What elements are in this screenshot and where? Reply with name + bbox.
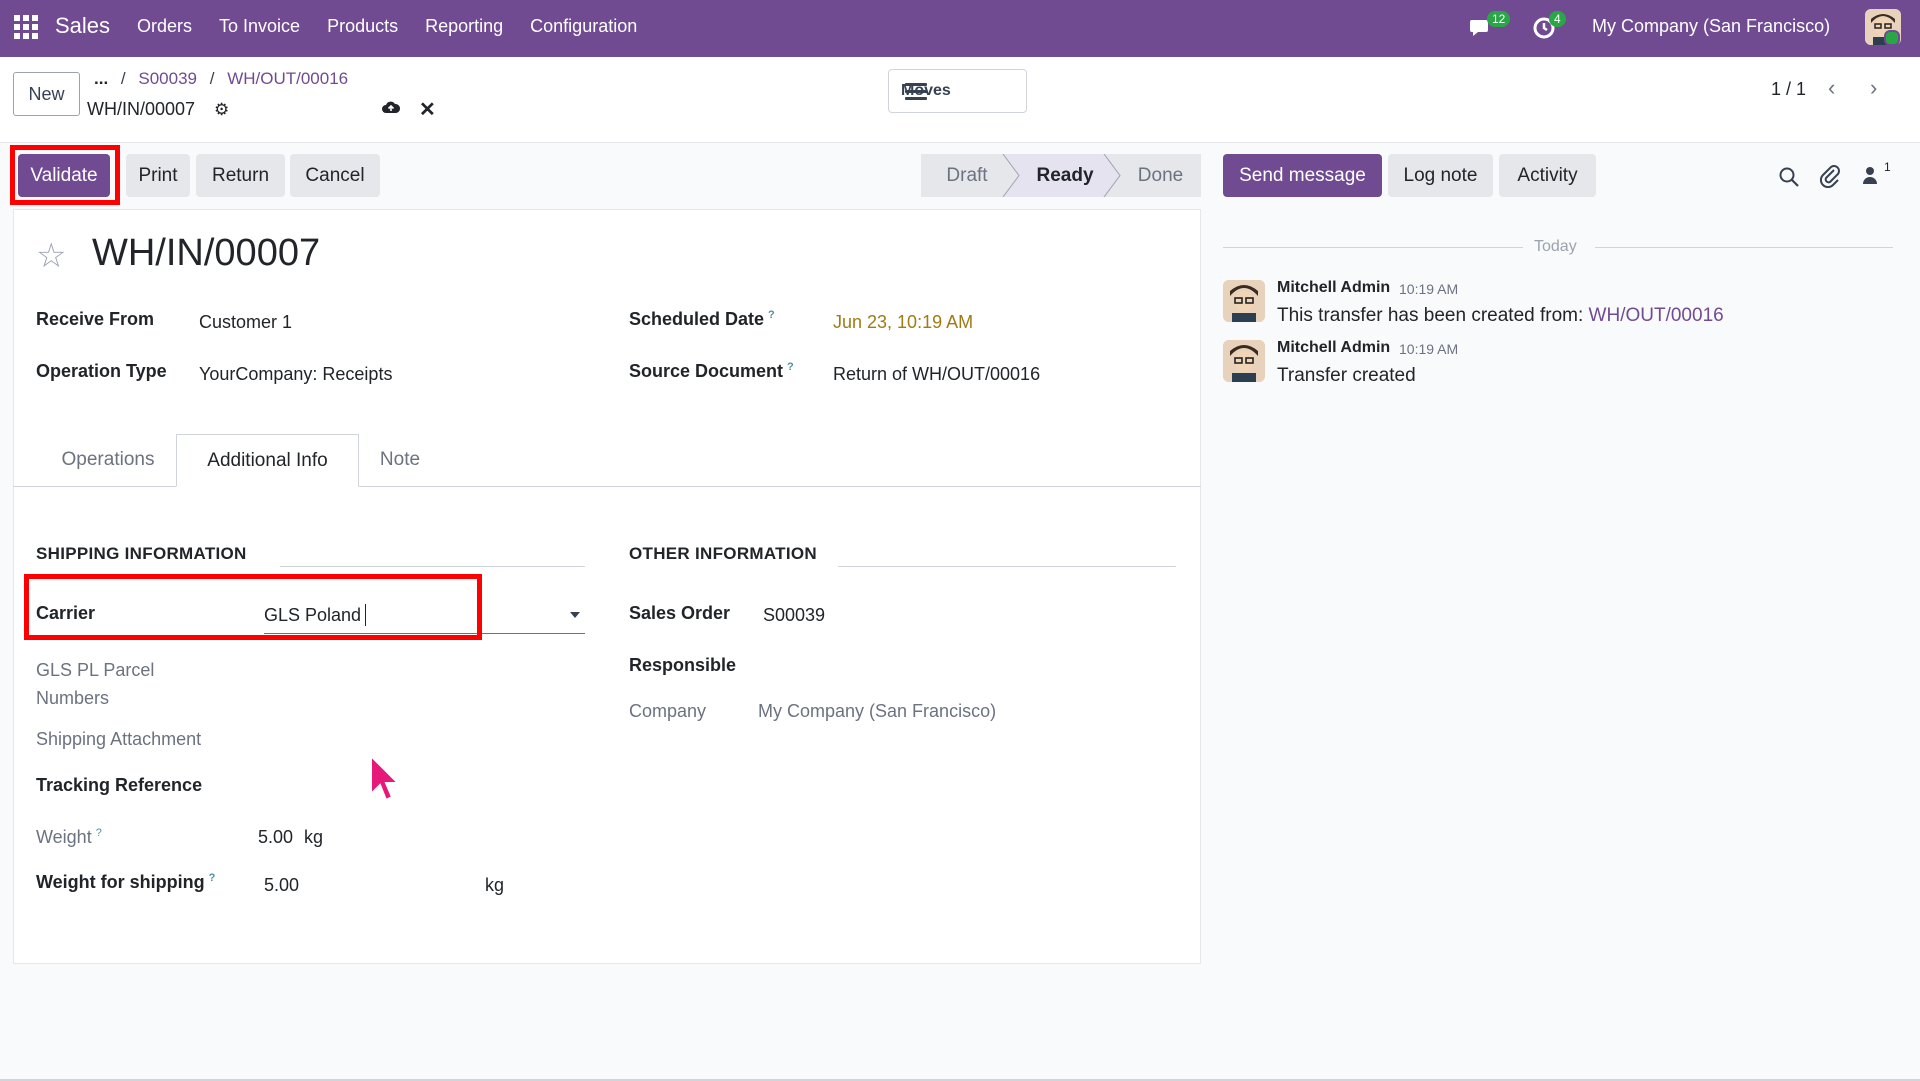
stage-ready[interactable]: Ready <box>1019 154 1111 197</box>
weight-for-shipping-field[interactable]: 5.00 <box>264 875 299 896</box>
gls-parcel-numbers-label: GLS PL Parcel Numbers <box>36 660 155 708</box>
source-document-field[interactable]: Return of WH/OUT/00016 <box>833 364 1040 385</box>
log-note-button[interactable]: Log note <box>1388 154 1493 197</box>
paperclip-icon[interactable] <box>1819 164 1841 188</box>
scheduled-date-label: Scheduled Date? <box>629 309 775 329</box>
sales-order-field[interactable]: S00039 <box>763 605 825 626</box>
gear-icon[interactable]: ⚙ <box>214 100 229 120</box>
pager-next-icon[interactable]: › <box>1870 75 1877 101</box>
tab-additional-info[interactable]: Additional Info <box>176 434 359 487</box>
message-avatar[interactable] <box>1223 280 1265 322</box>
other-divider <box>838 566 1176 567</box>
message-link[interactable]: WH/OUT/00016 <box>1589 305 1724 326</box>
scheduled-date-field[interactable]: Jun 23, 10:19 AM <box>833 312 973 333</box>
receive-from-label: Receive From <box>36 309 155 329</box>
record-name: WH/IN/00007 <box>87 99 196 119</box>
chevron-down-icon[interactable] <box>570 612 580 618</box>
moves-smart-button[interactable]: Moves <box>888 69 1027 113</box>
message-time: 10:19 AM <box>1399 281 1459 297</box>
tab-operations[interactable]: Operations <box>33 434 183 486</box>
activity-badge: 4 <box>1549 11 1566 27</box>
activity-button[interactable]: Activity <box>1499 154 1596 197</box>
cancel-button[interactable]: Cancel <box>290 154 380 197</box>
star-icon[interactable]: ☆ <box>36 236 66 276</box>
menu-to-invoice[interactable]: To Invoice <box>219 16 300 37</box>
weight-help[interactable]: ? <box>96 827 102 839</box>
online-status-dot <box>1884 30 1900 46</box>
search-icon[interactable] <box>1778 166 1800 188</box>
today-divider-right <box>1595 247 1893 248</box>
message-body: This transfer has been created from: WH/… <box>1277 305 1724 326</box>
pager-value[interactable]: 1 / 1 <box>1771 79 1806 100</box>
weight-label: Weight? <box>36 827 102 847</box>
message-body: Transfer created <box>1277 365 1416 386</box>
menu-configuration[interactable]: Configuration <box>530 16 637 37</box>
followers-icon[interactable] <box>1862 166 1878 186</box>
discard-icon[interactable]: ✕ <box>419 97 436 122</box>
messages-badge: 12 <box>1487 11 1511 27</box>
company-field[interactable]: My Company (San Francisco) <box>758 701 996 722</box>
notebook-tabs: Operations Additional Info Note <box>13 434 1201 487</box>
breadcrumb-delivery[interactable]: WH/OUT/00016 <box>227 69 348 88</box>
print-button[interactable]: Print <box>126 154 190 197</box>
menu-orders[interactable]: Orders <box>137 16 192 37</box>
mouse-pointer-icon <box>370 754 399 802</box>
weight-unit: kg <box>304 827 324 847</box>
apps-menu-icon[interactable] <box>14 15 38 39</box>
message-time: 10:19 AM <box>1399 341 1459 357</box>
today-separator: Today <box>1534 238 1577 255</box>
shipping-divider <box>280 566 585 567</box>
sales-order-label: Sales Order <box>629 603 731 623</box>
breadcrumb-sale-order[interactable]: S00039 <box>138 69 197 88</box>
today-divider-left <box>1223 247 1523 248</box>
weight-for-shipping-label: Weight for shipping? <box>36 872 216 892</box>
operation-type-label: Operation Type <box>36 361 167 381</box>
company-switcher[interactable]: My Company (San Francisco) <box>1592 16 1830 37</box>
stage-done[interactable]: Done <box>1120 154 1201 197</box>
source-document-label: Source Document? <box>629 361 794 381</box>
app-name[interactable]: Sales <box>55 13 110 39</box>
new-button[interactable]: New <box>13 72 80 116</box>
highlight-validate <box>10 145 120 205</box>
message-author[interactable]: Mitchell Admin <box>1277 279 1390 297</box>
pager-previous-icon[interactable]: ‹ <box>1828 75 1835 101</box>
stage-draft[interactable]: Draft <box>921 154 1013 197</box>
send-message-button[interactable]: Send message <box>1223 154 1382 197</box>
top-menu: Orders To Invoice Products Reporting Con… <box>137 16 664 37</box>
company-label: Company <box>629 701 707 721</box>
message-author[interactable]: Mitchell Admin <box>1277 339 1390 357</box>
highlight-carrier <box>24 574 482 640</box>
record-title: WH/IN/00007 <box>92 232 321 274</box>
message-avatar[interactable] <box>1223 340 1265 382</box>
weight-value: 5.00 <box>258 827 294 847</box>
control-panel: New ... / S00039 / WH/OUT/00016 WH/IN/00… <box>0 57 1920 143</box>
menu-products[interactable]: Products <box>327 16 398 37</box>
source-document-help[interactable]: ? <box>787 361 794 373</box>
shipping-attachment-label: Shipping Attachment <box>36 729 202 749</box>
shipping-info-header: SHIPPING INFORMATION <box>36 544 247 563</box>
weight-shipping-help[interactable]: ? <box>209 872 216 884</box>
followers-count: 1 <box>1884 160 1891 174</box>
tab-note[interactable]: Note <box>359 434 441 486</box>
breadcrumb-more[interactable]: ... <box>94 69 108 88</box>
return-button[interactable]: Return <box>196 154 285 197</box>
scheduled-date-help[interactable]: ? <box>768 309 775 321</box>
weight-for-shipping-unit: kg <box>485 875 505 895</box>
responsible-label: Responsible <box>629 655 737 675</box>
save-cloud-icon[interactable] <box>381 99 401 115</box>
tracking-reference-label: Tracking Reference <box>36 775 203 795</box>
breadcrumb: ... / S00039 / WH/OUT/00016 <box>94 69 349 88</box>
top-navbar: Sales Orders To Invoice Products Reporti… <box>0 0 1920 57</box>
menu-reporting[interactable]: Reporting <box>425 16 503 37</box>
operation-type-field[interactable]: YourCompany: Receipts <box>199 364 392 385</box>
other-info-header: OTHER INFORMATION <box>629 544 817 563</box>
receive-from-field[interactable]: Customer 1 <box>199 312 292 333</box>
